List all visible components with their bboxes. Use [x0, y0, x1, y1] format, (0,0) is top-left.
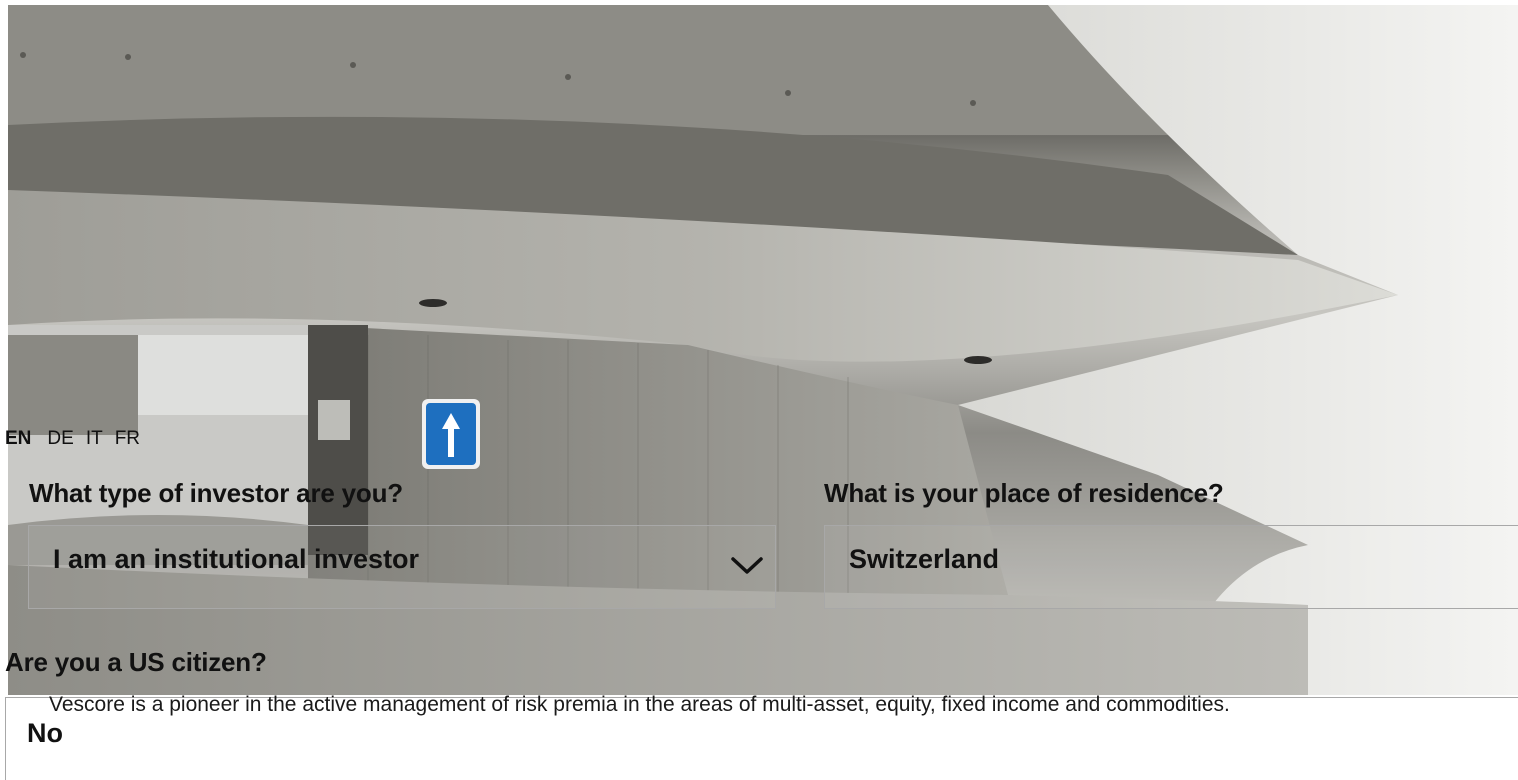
language-fr[interactable]: FR [115, 428, 140, 450]
investor-type-selected-value: I am an institutional investor [53, 544, 420, 574]
investor-profile-page: EN DE IT FR What type of investor are yo… [0, 0, 1518, 780]
investor-type-select[interactable]: I am an institutional investor [28, 525, 776, 609]
language-switcher: EN DE IT FR [5, 428, 152, 454]
language-de[interactable]: DE [47, 428, 73, 450]
us-citizen-question: Are you a US citizen? [5, 647, 267, 677]
us-citizen-selected-value: No [27, 718, 63, 748]
language-it[interactable]: IT [86, 428, 103, 450]
residence-selected-value: Switzerland [849, 544, 1000, 574]
arrow-up-sign-icon [422, 399, 480, 469]
chevron-down-icon [731, 557, 763, 574]
investor-type-question: What type of investor are you? [29, 478, 403, 508]
residence-question: What is your place of residence? [824, 478, 1224, 508]
about-description: Vescore is a pioneer in the active manag… [49, 693, 1230, 716]
residence-select[interactable]: Switzerland [824, 525, 1518, 609]
language-en[interactable]: EN [5, 428, 31, 450]
